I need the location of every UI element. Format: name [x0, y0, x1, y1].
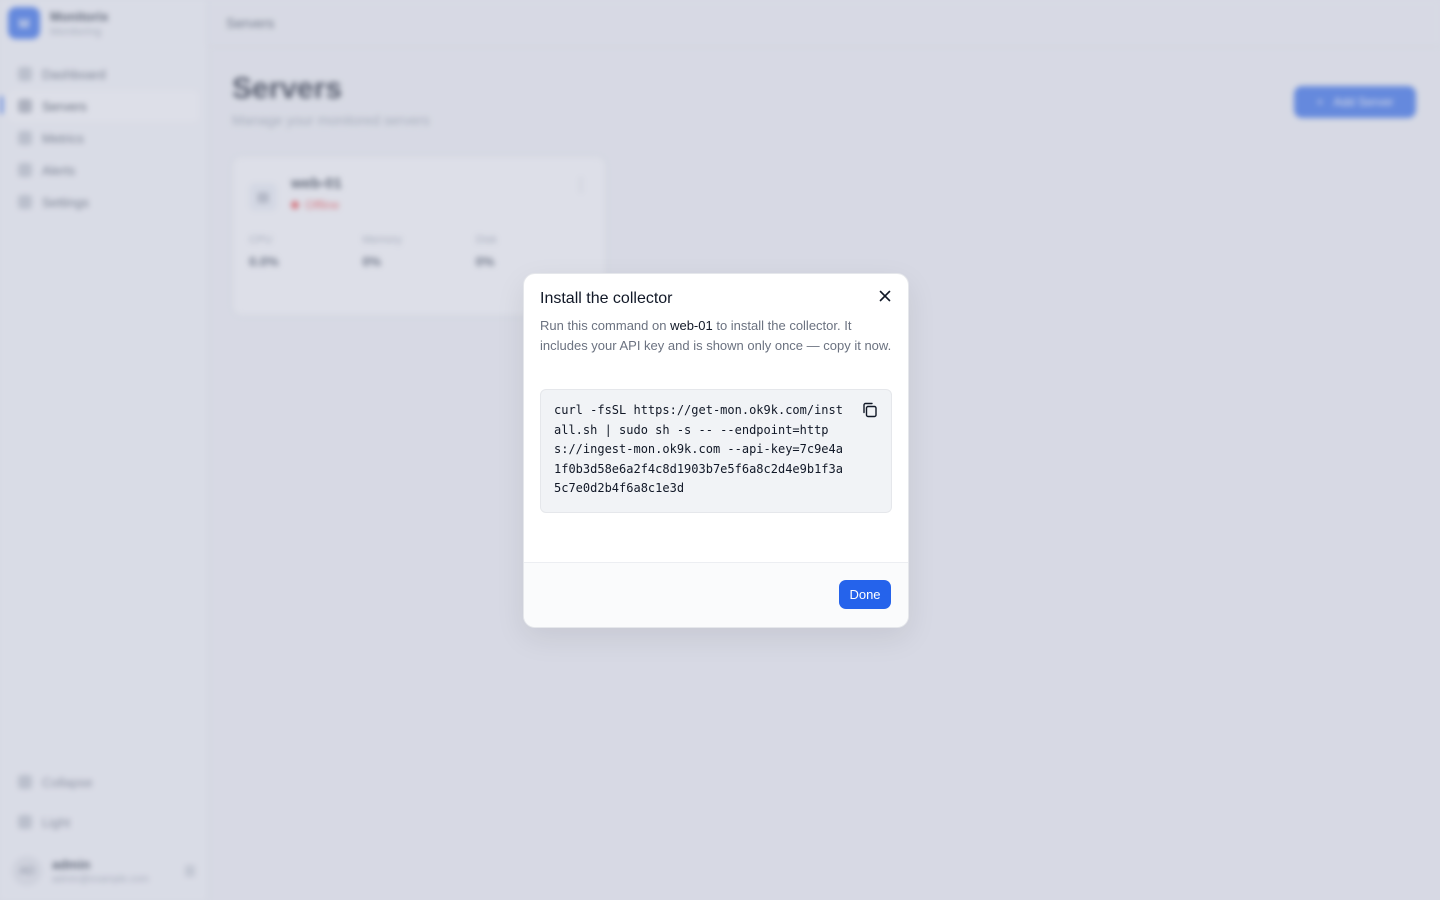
- command-box[interactable]: curl -fsSL https://get-mon.ok9k.com/inst…: [540, 389, 892, 513]
- desc-before: Run this command on: [540, 318, 671, 333]
- dialog-footer: Done: [524, 562, 908, 627]
- install-collector-dialog: Install the collector Run this command o…: [523, 273, 909, 628]
- server-name-inline: web-01: [670, 318, 713, 333]
- dialog-title: Install the collector: [540, 290, 673, 307]
- dialog-description: Run this command on web-01 to install th…: [540, 316, 892, 356]
- done-button[interactable]: Done: [839, 580, 891, 609]
- close-icon[interactable]: [876, 287, 894, 305]
- copy-icon[interactable]: [861, 401, 879, 419]
- install-command[interactable]: curl -fsSL https://get-mon.ok9k.com/inst…: [554, 401, 843, 499]
